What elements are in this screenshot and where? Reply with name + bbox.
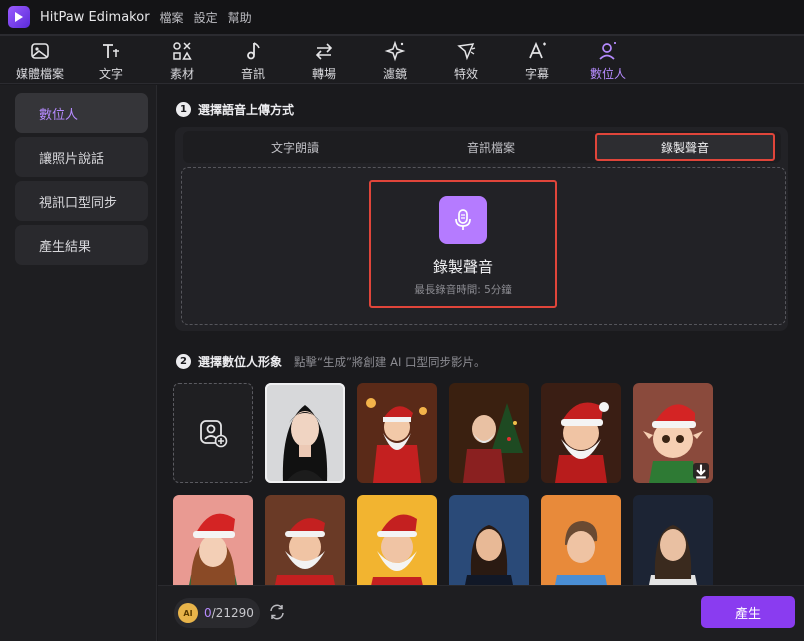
- tab-text-to-speech[interactable]: 文字朗讀: [199, 133, 391, 161]
- tab-audio-file[interactable]: 音訊檔案: [395, 133, 587, 161]
- step2-number: 2: [176, 354, 191, 369]
- sidebar-item-digital-human[interactable]: 數位人: [15, 93, 148, 133]
- record-voice-button[interactable]: 錄製聲音 最長錄音時間: 5分鐘: [369, 180, 557, 308]
- tool-label: 媒體檔案: [15, 67, 64, 81]
- download-icon[interactable]: [693, 463, 709, 479]
- refresh-icon[interactable]: [268, 603, 286, 621]
- tool-audio[interactable]: 音訊: [218, 40, 288, 84]
- main-toolbar: 媒體檔案 文字 素材 音訊 轉場 濾鏡 特效 字幕 數位人: [0, 34, 804, 84]
- tool-label: 字幕: [524, 67, 549, 81]
- generate-button[interactable]: 產生: [701, 596, 795, 628]
- tool-label: 音訊: [240, 67, 265, 81]
- audio-icon: [247, 42, 260, 60]
- avatar-image: [357, 383, 437, 483]
- title-bar: HitPaw Edimakor 檔案 設定 幫助: [0, 0, 804, 34]
- avatar-business-woman-1[interactable]: [449, 495, 529, 595]
- tool-subtitle[interactable]: 字幕: [502, 40, 572, 84]
- tool-digital-human[interactable]: 數位人: [573, 40, 643, 84]
- avatar-asian-woman[interactable]: [265, 383, 345, 483]
- microphone-icon: [439, 196, 487, 244]
- record-drop-zone: 錄製聲音 最長錄音時間: 5分鐘: [181, 167, 786, 325]
- avatar-image: [173, 495, 253, 595]
- voice-method-box: 文字朗讀 音訊檔案 錄製聲音 錄製聲音 最長錄音時間: 5分鐘: [175, 127, 788, 331]
- avatar-santa-4[interactable]: [357, 495, 437, 595]
- avatar-woman-santa-hat[interactable]: [173, 495, 253, 595]
- menu-file[interactable]: 檔案: [160, 9, 184, 26]
- tool-elements[interactable]: 素材: [147, 40, 217, 84]
- avatar-image: [633, 495, 713, 595]
- main-panel: 1 選擇語音上傳方式 文字朗讀 音訊檔案 錄製聲音 錄製聲音 最長錄音時間: 5…: [158, 85, 804, 595]
- avatar-santa-1[interactable]: [357, 383, 437, 483]
- credits-pill: AI 0/21290: [174, 598, 260, 628]
- tool-label: 數位人: [589, 67, 626, 81]
- menu-help[interactable]: 幫助: [228, 9, 252, 26]
- record-title: 錄製聲音: [432, 258, 493, 276]
- step1-title: 1 選擇語音上傳方式: [176, 101, 294, 118]
- tool-transition[interactable]: 轉場: [289, 40, 359, 84]
- step2-title: 2 選擇數位人形象 點擊“生成”將創建 AI 口型同步影片。: [176, 353, 486, 370]
- avatar-image: [449, 383, 529, 483]
- record-max-duration: 最長錄音時間: 5分鐘: [414, 284, 512, 296]
- avatar-image: [541, 383, 621, 483]
- avatar-santa-2[interactable]: [541, 383, 621, 483]
- left-sidebar: 數位人 讓照片說話 視訊口型同步 產生結果: [0, 85, 157, 641]
- filter-icon: [384, 40, 406, 62]
- text-icon: [103, 44, 119, 58]
- avatar-news-anchor[interactable]: [633, 495, 713, 595]
- sidebar-item-lip-sync[interactable]: 視訊口型同步: [15, 181, 148, 221]
- tool-filter[interactable]: 濾鏡: [360, 40, 430, 84]
- tab-record-voice[interactable]: 錄製聲音: [595, 133, 775, 161]
- app-name: HitPaw Edimakor: [40, 9, 150, 25]
- subtitle-icon: [529, 41, 546, 59]
- step2-label: 選擇數位人形象: [198, 355, 283, 369]
- tool-label: 轉場: [311, 67, 336, 81]
- menu-settings[interactable]: 設定: [194, 9, 218, 26]
- add-portrait-icon: [200, 420, 228, 448]
- media-icon: [31, 43, 49, 59]
- tool-label: 文字: [98, 67, 123, 81]
- effects-icon: [457, 43, 476, 61]
- avatar-image: [265, 495, 345, 595]
- sidebar-item-talking-photo[interactable]: 讓照片說話: [15, 137, 148, 177]
- voice-method-tabs: 文字朗讀 音訊檔案 錄製聲音: [183, 131, 781, 163]
- tool-label: 素材: [169, 67, 194, 81]
- avatar-elf-cartoon[interactable]: [633, 383, 713, 483]
- digital-human-icon: [599, 42, 616, 60]
- upload-avatar-button[interactable]: [173, 383, 253, 483]
- app-logo-icon: [8, 6, 30, 28]
- tool-label: 特效: [453, 67, 478, 81]
- credits-used: 0: [204, 606, 212, 620]
- avatar-image: [357, 495, 437, 595]
- credits-text: 0/21290: [204, 606, 254, 620]
- avatar-santa-3[interactable]: [265, 495, 345, 595]
- tool-text[interactable]: 文字: [76, 40, 146, 84]
- transition-icon: [315, 43, 333, 60]
- tool-media[interactable]: 媒體檔案: [5, 40, 75, 84]
- avatar-image: [449, 495, 529, 595]
- tool-label: 濾鏡: [382, 67, 407, 81]
- avatar-image: [265, 383, 345, 483]
- ai-coin-icon: AI: [178, 603, 198, 623]
- bottom-bar: AI 0/21290 產生: [158, 585, 804, 641]
- avatar-business-woman-2[interactable]: [541, 495, 621, 595]
- step1-label: 選擇語音上傳方式: [198, 103, 295, 117]
- credits-total: /21290: [211, 606, 254, 620]
- tool-effects[interactable]: 特效: [431, 40, 501, 84]
- avatar-old-man-christmas[interactable]: [449, 383, 529, 483]
- elements-icon: [173, 42, 192, 60]
- avatar-image: [541, 495, 621, 595]
- sidebar-item-results[interactable]: 產生結果: [15, 225, 148, 265]
- step1-number: 1: [176, 102, 191, 117]
- step2-hint: 點擊“生成”將創建 AI 口型同步影片。: [294, 354, 486, 369]
